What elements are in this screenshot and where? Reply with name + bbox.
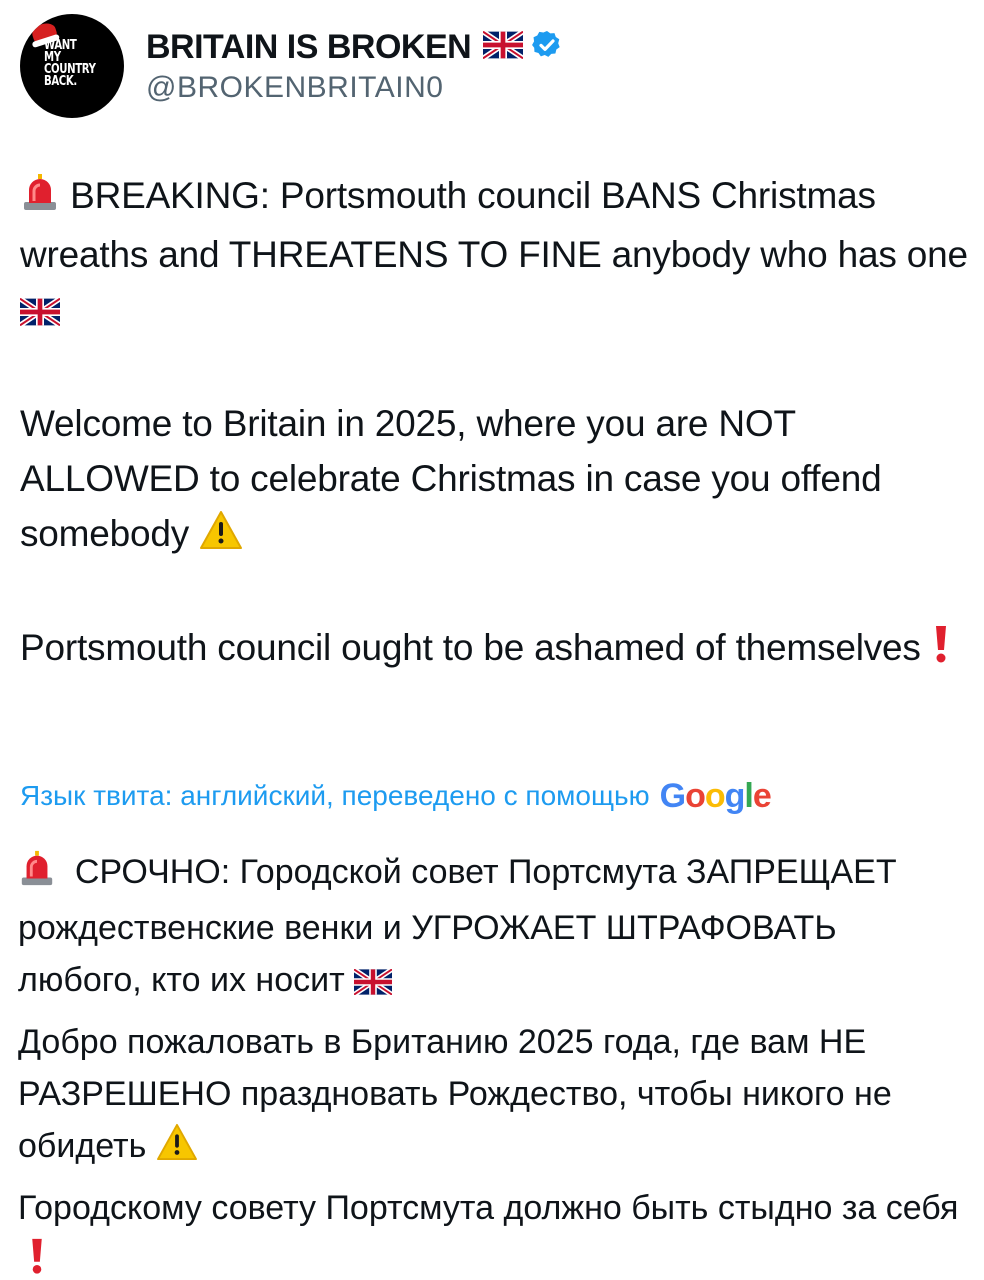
verified-badge-icon: [531, 29, 563, 66]
uk-flag-icon: [352, 958, 394, 1010]
paragraph-welcome: Welcome to Britain in 2025, where you ar…: [20, 403, 882, 554]
translated-paragraph: СРОЧНО: Городской совет Портсмута ЗАПРЕЩ…: [18, 846, 968, 1010]
google-logo: Google: [659, 776, 772, 815]
uk-flag-icon: [18, 286, 62, 341]
tweet-paragraph: Welcome to Britain in 2025, where you ar…: [20, 396, 970, 565]
uk-flag-icon: [481, 28, 525, 64]
paragraph-breaking: BREAKING: Portsmouth council BANS Christ…: [20, 175, 968, 275]
tweet-header: WANT MY COUNTRY BACK. BRITAIN IS BROKEN: [20, 14, 563, 118]
translation-note-text: Язык твита: английский, переведено с пом…: [20, 780, 650, 811]
translated-paragraph: Городскому совету Портсмута должно быть …: [18, 1182, 968, 1280]
warning-emoji-icon: [156, 1123, 198, 1176]
siren-emoji-icon: [20, 172, 60, 227]
exclamation-emoji-icon: [27, 1237, 47, 1280]
author-names: BRITAIN IS BROKEN @BROKENBRITAIN0: [146, 27, 563, 105]
tweet-paragraph: Portsmouth council ought to be ashamed o…: [20, 620, 970, 679]
author-handle[interactable]: @BROKENBRITAIN0: [146, 71, 563, 105]
translated-paragraph: Добро пожаловать в Британию 2025 года, г…: [18, 1016, 968, 1176]
avatar-logo-text: WANT MY COUNTRY BACK.: [44, 38, 96, 89]
paragraph-dobro: Добро пожаловать в Британию 2025 года, г…: [18, 1023, 892, 1165]
warning-emoji-icon: [199, 510, 243, 565]
tweet-text-translated: СРОЧНО: Городской совет Портсмута ЗАПРЕЩ…: [18, 846, 968, 1280]
paragraph-srochno: СРОЧНО: Городской совет Портсмута ЗАПРЕЩ…: [18, 853, 897, 999]
tweet-text-english: BREAKING: Portsmouth council BANS Christ…: [18, 168, 970, 679]
tweet-paragraph: BREAKING: Portsmouth council BANS Christ…: [18, 168, 970, 341]
author-display-name[interactable]: BRITAIN IS BROKEN: [146, 28, 472, 67]
exclamation-emoji-icon: [931, 624, 951, 679]
tweet-card: WANT MY COUNTRY BACK. BRITAIN IS BROKEN: [0, 0, 984, 1280]
siren-emoji-icon: [18, 849, 56, 902]
avatar[interactable]: WANT MY COUNTRY BACK.: [20, 14, 124, 118]
translation-note[interactable]: Язык твита: английский, переведено с пом…: [20, 774, 772, 818]
paragraph-stydno: Городскому совету Портсмута должно быть …: [18, 1189, 959, 1227]
paragraph-ashamed: Portsmouth council ought to be ashamed o…: [20, 627, 921, 668]
